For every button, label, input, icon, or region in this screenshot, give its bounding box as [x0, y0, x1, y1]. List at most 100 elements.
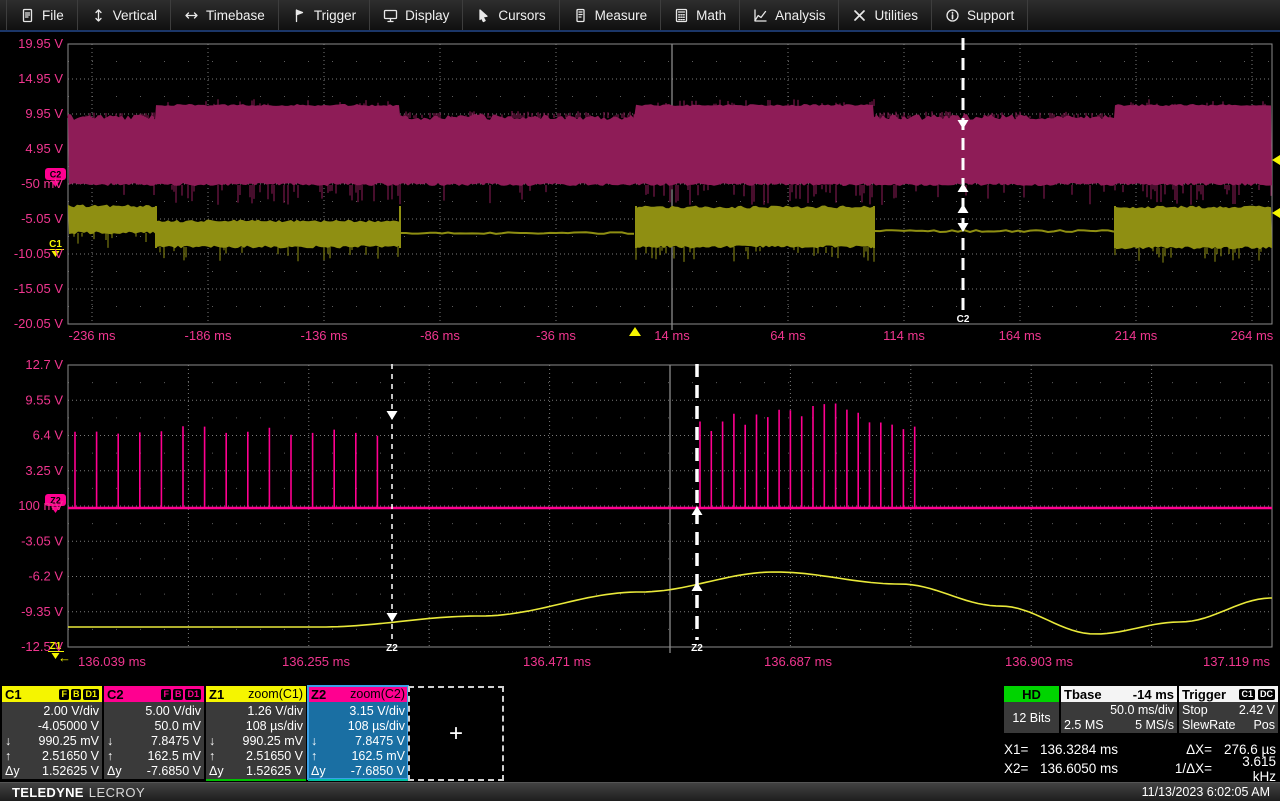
- menu-item-analysis[interactable]: Analysis: [740, 0, 839, 30]
- trigger-slope-value: Pos: [1253, 718, 1275, 732]
- x-axis-label: 14 ms: [654, 328, 690, 343]
- menu-item-measure[interactable]: Measure: [560, 0, 662, 30]
- support-icon: [945, 8, 960, 23]
- x-axis-label: 136.471 ms: [523, 654, 591, 669]
- descriptor-header: Z2zoom(C2): [308, 686, 408, 702]
- timebase-scale-value: 50.0 ms/div: [1110, 703, 1174, 717]
- x-axis-label: -186 ms: [185, 328, 232, 343]
- row-prefix: ↓: [5, 734, 23, 748]
- file-icon: [20, 8, 35, 23]
- descriptor-header: C2FBD1: [104, 686, 204, 702]
- menu-item-label: Timebase: [206, 8, 265, 23]
- row-value: 7.8475 V: [125, 734, 201, 748]
- add-trace-box[interactable]: +: [408, 686, 504, 781]
- plus-icon: +: [449, 720, 463, 748]
- y-axis-label: -20.05 V: [14, 316, 63, 331]
- menu-item-timebase[interactable]: Timebase: [171, 0, 279, 30]
- x-axis-label: -236 ms: [69, 328, 116, 343]
- x-axis-label: 114 ms: [883, 328, 925, 343]
- trigger-mode-value: Stop: [1182, 703, 1208, 717]
- y-axis-label: 100 mV: [18, 498, 63, 513]
- x-axis-label: -36 ms: [536, 328, 576, 343]
- x-axis-label: 164 ms: [999, 328, 1042, 343]
- menu-item-label: Utilities: [874, 8, 918, 23]
- row-value: 2.51650 V: [23, 749, 99, 763]
- x-axis-label: -136 ms: [301, 328, 348, 343]
- row-prefix: ↑: [311, 749, 329, 763]
- descriptor-id: Z2: [311, 687, 326, 702]
- row-prefix: ↓: [107, 734, 125, 748]
- y-axis-label: -3.05 V: [21, 533, 63, 548]
- row-value: 108 µs/div: [329, 719, 405, 733]
- menu-item-cursors[interactable]: Cursors: [463, 0, 559, 30]
- row-value: 990.25 mV: [227, 734, 303, 748]
- display-icon: [383, 8, 398, 23]
- cursor-readout: X1= 136.3284 ms ΔX= 276.6 µs X2= 136.605…: [1004, 740, 1280, 778]
- hd-bits-value: 12 Bits: [1012, 711, 1050, 725]
- trigger-icon: [292, 8, 307, 23]
- menu-item-display[interactable]: Display: [370, 0, 463, 30]
- descriptor-values: 2.00 V/div-4.05000 V↓990.25 mV↑2.51650 V…: [2, 702, 102, 779]
- menu-item-utilities[interactable]: Utilities: [839, 0, 932, 30]
- row-value: 162.5 mV: [125, 749, 201, 763]
- row-value: 990.25 mV: [23, 734, 99, 748]
- datetime-display: 11/13/2023 6:02:05 AM: [1142, 785, 1270, 799]
- y-axis-label: -6.2 V: [28, 569, 63, 584]
- descriptor-badge: B: [71, 689, 82, 700]
- menu-item-vertical[interactable]: Vertical: [78, 0, 171, 30]
- math-icon: [674, 8, 689, 23]
- cursor-label: Z2: [691, 643, 703, 654]
- channel-descriptor-z2[interactable]: Z2zoom(C2)3.15 V/div108 µs/div↓7.8475 V↑…: [308, 686, 408, 779]
- channel-descriptor-c2[interactable]: C2FBD15.00 V/div50.0 mV↓7.8475 V↑162.5 m…: [104, 686, 204, 779]
- descriptor-row: ↓990.25 mV: [5, 733, 99, 748]
- trigger-box[interactable]: Trigger C1 DC Stop 2.42 V SlewRate Pos: [1179, 686, 1278, 733]
- row-value: 108 µs/div: [227, 719, 303, 733]
- channel-descriptor-c1[interactable]: C1FBD12.00 V/div-4.05000 V↓990.25 mV↑2.5…: [2, 686, 102, 779]
- x-axis-label: 136.255 ms: [282, 654, 350, 669]
- timebase-box[interactable]: Tbase -14 ms 50.0 ms/div 2.5 MS 5 MS/s: [1061, 686, 1177, 733]
- trigger-type-value: SlewRate: [1182, 718, 1236, 732]
- descriptor-row: 1.26 V/div: [209, 703, 303, 718]
- descriptor-row: 50.0 mV: [107, 718, 201, 733]
- channel-descriptor-z1[interactable]: Z1zoom(C1)1.26 V/div108 µs/div↓990.25 mV…: [206, 686, 306, 779]
- descriptor-row: ↑162.5 mV: [311, 749, 405, 764]
- y-axis-label: 4.95 V: [25, 141, 63, 156]
- descriptor-row: ↓990.25 mV: [209, 733, 303, 748]
- timebase-offset-value: -14 ms: [1133, 687, 1174, 702]
- descriptor-row: Δy1.52625 V: [5, 764, 99, 779]
- graticule-top: C2C2C119.95 V14.95 V9.95 V4.95 V-50 mV-5…: [0, 32, 1280, 358]
- descriptor-header: C1FBD1: [2, 686, 102, 702]
- dx-label: ΔX=: [1160, 742, 1218, 757]
- utilities-icon: [852, 8, 867, 23]
- menu-item-support[interactable]: Support: [932, 0, 1028, 30]
- x-axis-label: -86 ms: [420, 328, 460, 343]
- invdx-label: 1/ΔX=: [1160, 761, 1218, 776]
- x2-value: 136.6050 ms: [1040, 761, 1160, 776]
- brand-bold: TELEDYNE: [12, 785, 84, 800]
- menu-item-label: Analysis: [775, 8, 825, 23]
- descriptor-badge: F: [59, 689, 69, 700]
- row-prefix: Δy: [5, 764, 23, 778]
- cursor-label: C2: [957, 314, 970, 325]
- x-axis-label: 64 ms: [770, 328, 806, 343]
- menu-item-label: Measure: [595, 8, 648, 23]
- y-axis-label: -15.05 V: [14, 281, 63, 296]
- brand-light: LECROY: [89, 785, 145, 800]
- descriptor-id: C1: [5, 687, 22, 702]
- acquisition-hd-box[interactable]: HD 12 Bits: [1004, 686, 1059, 733]
- row-value: 7.8475 V: [329, 734, 405, 748]
- menu-item-file[interactable]: File: [6, 0, 78, 30]
- row-value: 2.51650 V: [227, 749, 303, 763]
- descriptor-row: Δy-7.6850 V: [107, 764, 201, 779]
- menu-item-label: Math: [696, 8, 726, 23]
- x1-label: X1=: [1004, 742, 1040, 757]
- descriptor-values: 3.15 V/div108 µs/div↓7.8475 V↑162.5 mVΔy…: [308, 702, 408, 779]
- timebase-rate-value: 5 MS/s: [1135, 718, 1174, 732]
- menu-item-trigger[interactable]: Trigger: [279, 0, 370, 30]
- x-axis-label: 264 ms: [1231, 328, 1274, 343]
- y-axis-label: -10.05 V: [14, 246, 63, 261]
- menu-item-math[interactable]: Math: [661, 0, 740, 30]
- descriptor-values: 5.00 V/div50.0 mV↓7.8475 V↑162.5 mVΔy-7.…: [104, 702, 204, 779]
- descriptor-subtitle: zoom(C1): [248, 687, 303, 701]
- oscilloscope-app: FileVertical Timebase TriggerDisplayCursor…: [0, 0, 1280, 800]
